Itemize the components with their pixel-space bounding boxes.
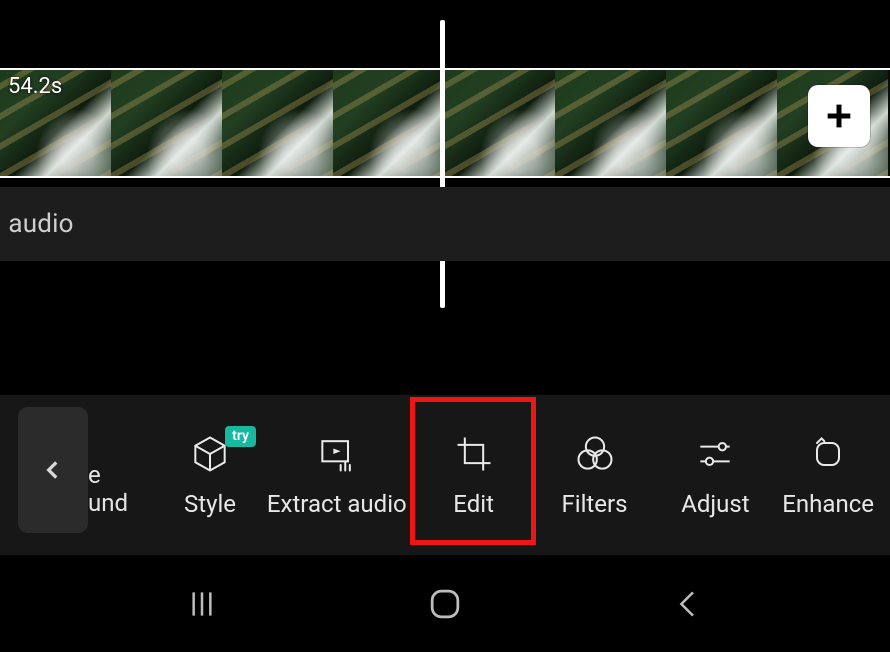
- tool-label: Edit: [453, 490, 494, 518]
- audio-track[interactable]: dd audio: [0, 187, 890, 261]
- add-clip-button[interactable]: [808, 85, 870, 147]
- video-editor-screen: { "timeline": { "duration_badge": "54.2s…: [0, 0, 890, 652]
- sliders-icon: [693, 432, 737, 476]
- toolbar-back-button[interactable]: [18, 407, 88, 533]
- clip-thumbnail[interactable]: [444, 70, 555, 176]
- tool-row: try Style Extract audio Edit: [150, 395, 890, 555]
- tool-label: Style: [184, 490, 236, 518]
- tool-label: Enhance: [782, 490, 874, 518]
- chevron-left-icon: [40, 457, 66, 483]
- clip-thumbnail[interactable]: [111, 70, 222, 176]
- back-icon: [668, 584, 708, 624]
- playhead[interactable]: [440, 20, 445, 308]
- clip-thumbnail[interactable]: [333, 70, 444, 176]
- plus-icon: [822, 99, 856, 133]
- filters-icon: [573, 432, 617, 476]
- clip-duration-badge: 54.2s: [4, 72, 66, 101]
- try-badge: try: [225, 426, 256, 447]
- tool-extract-audio[interactable]: Extract audio: [261, 420, 413, 530]
- tool-label: Adjust: [681, 490, 749, 518]
- home-icon: [423, 582, 467, 626]
- tool-adjust[interactable]: Adjust: [655, 420, 775, 530]
- timeline-track[interactable]: 54.2s: [0, 68, 890, 178]
- tool-edit[interactable]: Edit: [414, 420, 534, 530]
- recents-icon: [182, 584, 222, 624]
- clip-thumbnail[interactable]: [666, 70, 777, 176]
- clip-thumbnail[interactable]: [222, 70, 333, 176]
- bottom-toolbar: eund try Style Extract audio Edi: [0, 395, 890, 555]
- crop-icon: [452, 432, 496, 476]
- tool-enhance[interactable]: Enhance: [776, 420, 880, 530]
- enhance-icon: [806, 432, 850, 476]
- nav-home-button[interactable]: [415, 574, 475, 634]
- tool-style[interactable]: try Style: [160, 420, 260, 530]
- nav-back-button[interactable]: [658, 574, 718, 634]
- tool-label: Extract audio: [267, 490, 407, 518]
- android-nav-bar: [0, 555, 890, 652]
- extract-audio-icon: [315, 432, 359, 476]
- nav-recents-button[interactable]: [172, 574, 232, 634]
- partial-tool-label: eund: [88, 461, 128, 517]
- tool-label: Filters: [561, 490, 627, 518]
- add-audio-label: dd audio: [0, 209, 74, 239]
- clip-thumbnail[interactable]: [555, 70, 666, 176]
- tool-filters[interactable]: Filters: [535, 420, 655, 530]
